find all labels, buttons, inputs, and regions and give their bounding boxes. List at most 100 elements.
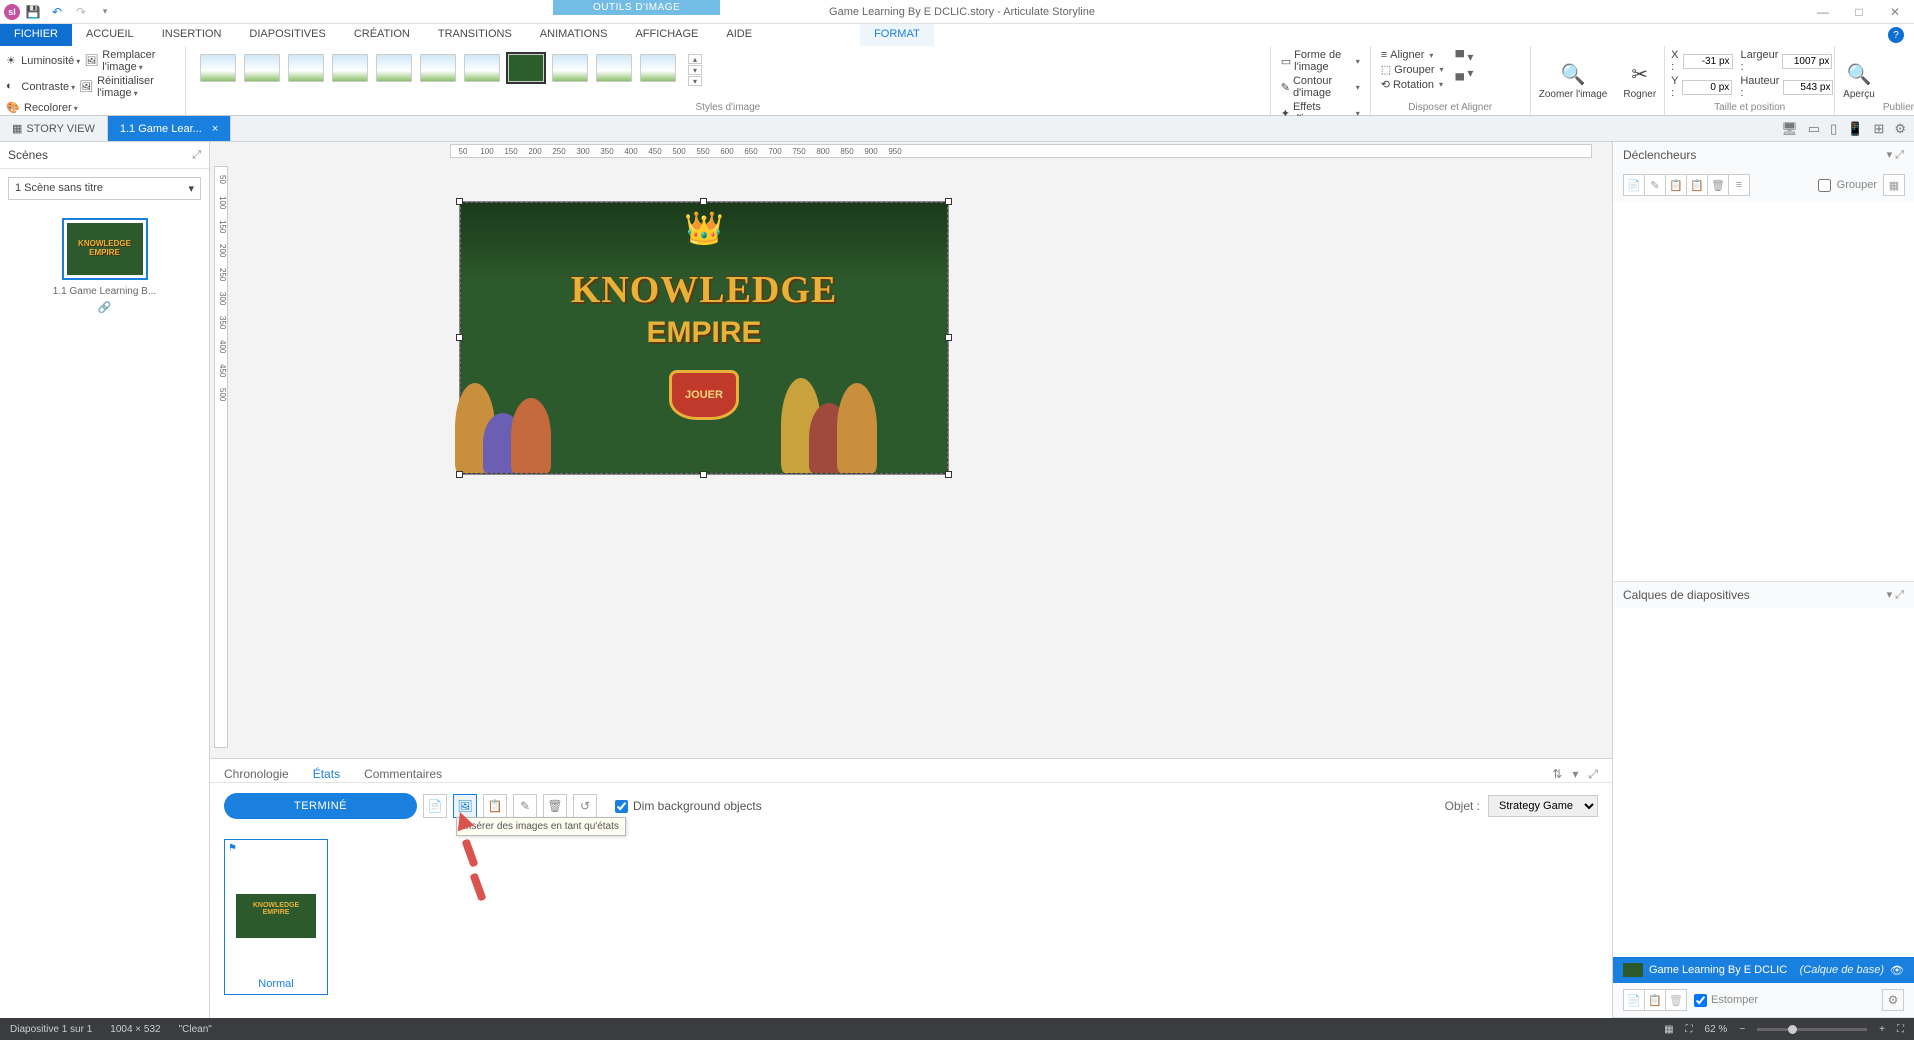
qa-dropdown-icon[interactable]: ▾ [94, 2, 116, 22]
resize-handle[interactable] [945, 471, 952, 478]
recolor-button[interactable]: Recolorer [24, 102, 78, 114]
style-thumb[interactable] [420, 54, 456, 82]
visibility-icon[interactable]: 👁 [1890, 964, 1904, 977]
delete-state-button[interactable]: 🗑 [543, 794, 567, 818]
image-styles-gallery[interactable]: ▴▾▾ [192, 48, 1264, 86]
state-card[interactable]: ⚑ KNOWLEDGEEMPIRE Normal [224, 839, 328, 995]
tab-home[interactable]: ACCUEIL [72, 24, 148, 46]
undo-icon[interactable]: ↶ [46, 2, 68, 22]
device-desktop-icon[interactable]: 🖥 [1781, 121, 1798, 137]
trigger-paste-icon[interactable]: 📋 [1686, 174, 1708, 196]
x-input[interactable] [1683, 54, 1733, 69]
resize-handle[interactable] [456, 334, 463, 341]
contrast-button[interactable]: Contraste [21, 81, 75, 93]
tab-animations[interactable]: ANIMATIONS [526, 24, 622, 46]
layer-settings-icon[interactable]: ⚙ [1882, 989, 1904, 1011]
align-button[interactable]: Aligner [1390, 49, 1424, 61]
zoom-image-button[interactable]: 🔍Zoomer l'image [1531, 46, 1616, 115]
tab-transitions[interactable]: TRANSITIONS [424, 24, 526, 46]
style-thumb[interactable] [640, 54, 676, 82]
base-layer-row[interactable]: Game Learning By E DCLIC (Calque de base… [1613, 957, 1914, 983]
reset-image-button[interactable]: Réinitialiser l'image [97, 75, 179, 99]
resize-handle[interactable] [456, 198, 463, 205]
zoom-slider[interactable] [1757, 1028, 1867, 1031]
selected-image[interactable]: 👑 KNOWLEDGE EMPIRE JOUER [460, 202, 948, 474]
publish-label[interactable]: Publier [1883, 102, 1914, 115]
device-tablet-landscape-icon[interactable]: ▭ [1808, 121, 1820, 137]
style-thumb[interactable] [244, 54, 280, 82]
collapse-icon[interactable]: ⤢ [192, 149, 201, 162]
object-select[interactable]: Strategy Game L [1488, 795, 1598, 817]
style-thumb[interactable] [288, 54, 324, 82]
y-input[interactable] [1682, 80, 1732, 95]
slide-thumbnail[interactable]: KNOWLEDGEEMPIRE [62, 218, 148, 280]
bring-front-icon[interactable]: ▀ ▾ [1456, 50, 1474, 64]
resize-handle[interactable] [700, 471, 707, 478]
duplicate-state-button[interactable]: 📋 [483, 794, 507, 818]
device-tablet-portrait-icon[interactable]: ▯ [1830, 121, 1837, 137]
replace-image-button[interactable]: Remplacer l'image [102, 49, 179, 73]
maximize-icon[interactable]: □ [1844, 5, 1874, 19]
layer-delete-icon[interactable]: 🗑 [1665, 989, 1687, 1011]
save-icon[interactable]: 💾 [22, 2, 44, 22]
help-icon[interactable]: ? [1888, 27, 1904, 43]
height-input[interactable] [1783, 80, 1833, 95]
dim-checkbox[interactable]: Dim background objects [615, 799, 762, 813]
group-button[interactable]: Grouper [1394, 64, 1434, 76]
resize-handle[interactable] [456, 471, 463, 478]
panel-detach-icon[interactable]: ⇅ [1552, 767, 1562, 782]
crop-button[interactable]: ✂Rogner [1615, 46, 1664, 115]
trigger-new-icon[interactable]: 📄 [1623, 174, 1645, 196]
send-back-icon[interactable]: ▄ ▾ [1456, 66, 1474, 80]
style-thumb[interactable] [552, 54, 588, 82]
group-checkbox[interactable] [1818, 179, 1831, 192]
style-thumb[interactable] [376, 54, 412, 82]
panel-collapse-icon[interactable]: ⤢ [1588, 767, 1598, 782]
zoom-out-icon[interactable]: − [1739, 1024, 1745, 1035]
gallery-up-icon[interactable]: ▴ [688, 54, 702, 64]
panel-menu-icon[interactable]: ▾ [1572, 767, 1578, 782]
view-grid-icon[interactable]: ▦ [1664, 1024, 1673, 1035]
tab-format[interactable]: FORMAT [860, 24, 934, 46]
panel-tools-icon[interactable]: ▾ ⤢ [1887, 588, 1904, 602]
reset-state-button[interactable]: ↺ [573, 794, 597, 818]
picture-outline-button[interactable]: Contour d'image [1293, 75, 1351, 99]
settings-gear-icon[interactable]: ⚙ [1894, 121, 1906, 137]
panel-tools-icon[interactable]: ▾ ⤢ [1887, 148, 1904, 162]
layer-duplicate-icon[interactable]: 📋 [1644, 989, 1666, 1011]
scene-selector[interactable]: 1 Scène sans titre▾ [8, 177, 201, 200]
edit-state-button[interactable]: ✎ [513, 794, 537, 818]
tab-states[interactable]: États [313, 767, 340, 782]
resize-handle[interactable] [700, 198, 707, 205]
tab-insert[interactable]: INSERTION [148, 24, 236, 46]
redo-icon[interactable]: ↷ [70, 2, 92, 22]
layer-new-icon[interactable]: 📄 [1623, 989, 1645, 1011]
width-input[interactable] [1782, 54, 1832, 69]
style-thumb[interactable] [332, 54, 368, 82]
view-fit-icon[interactable]: ⛶ [1686, 1024, 1693, 1035]
tab-story-view[interactable]: ▦STORY VIEW [0, 116, 108, 141]
slide-canvas[interactable]: 👑 KNOWLEDGE EMPIRE JOUER [460, 202, 948, 474]
done-button[interactable]: TERMINÉ [224, 793, 417, 819]
style-thumb[interactable] [596, 54, 632, 82]
tab-display[interactable]: AFFICHAGE [621, 24, 712, 46]
rotate-button[interactable]: Rotation [1393, 79, 1434, 91]
toggle-panels-icon[interactable]: ⊞ [1873, 121, 1884, 137]
close-icon[interactable]: ✕ [1880, 5, 1910, 19]
resize-handle[interactable] [945, 198, 952, 205]
tab-file[interactable]: FICHIER [0, 24, 72, 46]
zoom-fit-icon[interactable]: ⛶ [1897, 1024, 1904, 1035]
dim-checkbox[interactable] [1694, 994, 1707, 1007]
preview-button[interactable]: 🔍Aperçu [1835, 46, 1883, 115]
trigger-copy-icon[interactable]: 📋 [1665, 174, 1687, 196]
style-thumb-selected[interactable] [508, 54, 544, 82]
trigger-grid-icon[interactable]: ▦ [1883, 174, 1905, 196]
zoom-in-icon[interactable]: + [1879, 1024, 1885, 1035]
trigger-delete-icon[interactable]: 🗑 [1707, 174, 1729, 196]
gallery-more-icon[interactable]: ▾ [688, 76, 702, 86]
trigger-edit-icon[interactable]: ✎ [1644, 174, 1666, 196]
close-tab-icon[interactable]: × [212, 123, 218, 135]
device-phone-icon[interactable]: 📱 [1847, 121, 1863, 137]
minimize-icon[interactable]: — [1808, 5, 1838, 19]
gallery-down-icon[interactable]: ▾ [688, 65, 702, 75]
